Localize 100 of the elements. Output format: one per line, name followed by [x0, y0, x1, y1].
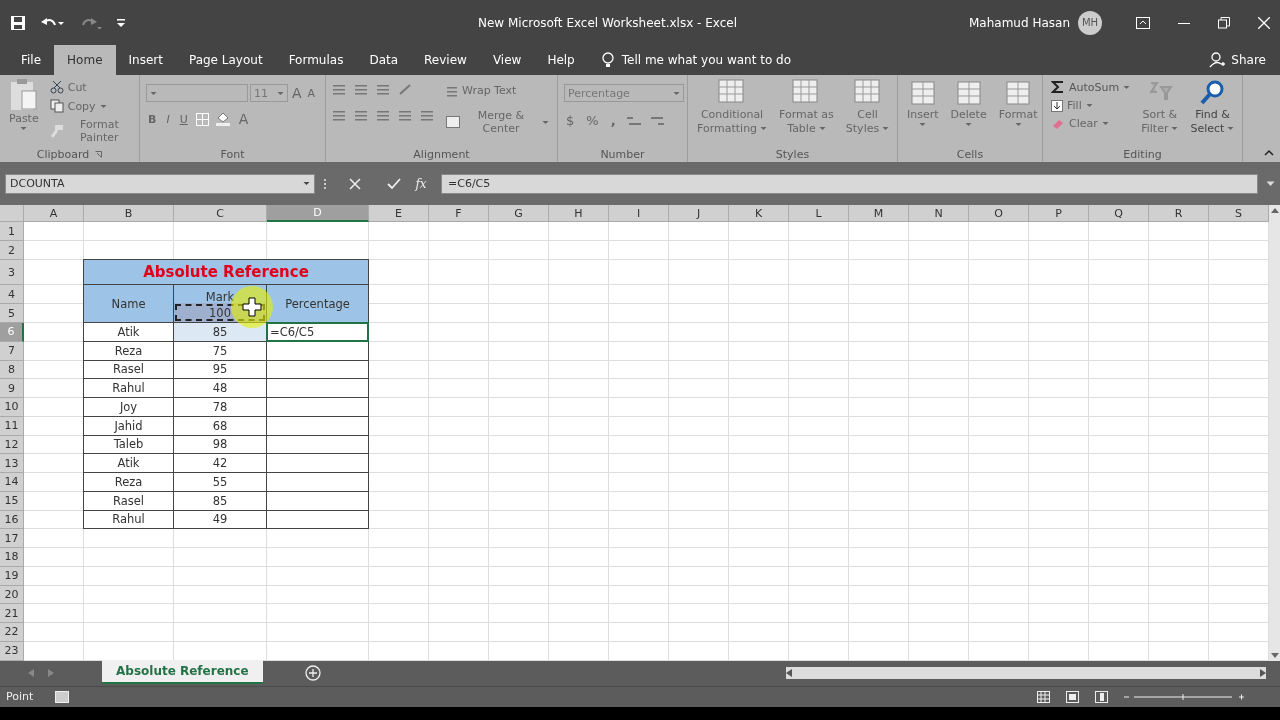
caret-icon[interactable] — [1014, 122, 1022, 127]
formula-field[interactable]: =C6/C5 — [441, 173, 1258, 194]
row-header[interactable]: 14 — [0, 473, 24, 492]
column-header[interactable]: N — [909, 205, 969, 222]
column-header[interactable]: P — [1029, 205, 1089, 222]
column-header[interactable]: I — [609, 205, 669, 222]
more-icon[interactable] — [323, 177, 327, 190]
caret-icon[interactable] — [277, 90, 284, 96]
next-sheet-icon[interactable] — [48, 669, 54, 677]
indent-icon[interactable] — [398, 109, 412, 121]
close-icon[interactable] — [1258, 16, 1270, 29]
row-header[interactable]: 10 — [0, 398, 24, 417]
row-header[interactable]: 4 — [0, 285, 24, 304]
outdent-icon[interactable] — [420, 109, 434, 121]
ribbon-tab[interactable]: Data — [356, 45, 412, 75]
ribbon-tab[interactable]: Formulas — [275, 45, 357, 75]
ribbon-tab[interactable]: File — [8, 45, 55, 75]
caret-icon[interactable] — [818, 126, 826, 131]
cells-icon[interactable] — [909, 79, 936, 107]
clipboard-icon[interactable] — [9, 79, 38, 111]
page-break-view-icon[interactable] — [1095, 690, 1108, 703]
caret-icon[interactable] — [542, 119, 549, 125]
merge-icon[interactable] — [446, 116, 460, 128]
horizontal-scrollbar[interactable] — [786, 667, 1266, 679]
enter-icon[interactable] — [387, 177, 401, 190]
collapse-ribbon-icon[interactable] — [1264, 149, 1274, 156]
fill-color-icon[interactable] — [214, 112, 231, 126]
normal-view-icon[interactable] — [1037, 690, 1050, 703]
share-button[interactable]: Share — [1231, 53, 1266, 67]
caret-icon[interactable] — [673, 90, 680, 96]
caret-icon[interactable] — [99, 103, 107, 109]
increase-decimal-icon[interactable] — [625, 114, 642, 127]
page-layout-view-icon[interactable] — [1066, 690, 1079, 703]
sigma-icon[interactable] — [1051, 80, 1065, 94]
column-header[interactable]: S — [1209, 205, 1269, 222]
row-header[interactable]: 3 — [0, 260, 24, 285]
sheet-tab[interactable]: Absolute Reference — [102, 660, 263, 684]
caret-icon[interactable] — [1171, 126, 1179, 131]
caret-icon[interactable] — [965, 122, 973, 127]
column-header[interactable]: O — [969, 205, 1029, 222]
caret-icon[interactable] — [919, 122, 927, 127]
row-header[interactable]: 13 — [0, 454, 24, 473]
row-header[interactable]: 17 — [0, 529, 24, 548]
wrap-icon[interactable] — [446, 84, 458, 97]
row-header[interactable]: 22 — [0, 623, 24, 642]
scroll-up-icon[interactable] — [1270, 207, 1279, 213]
scroll-left-icon[interactable] — [786, 669, 792, 677]
align-right-icon[interactable] — [376, 109, 390, 121]
column-header[interactable]: L — [789, 205, 849, 222]
restore-icon[interactable] — [1218, 16, 1230, 29]
column-header[interactable]: B — [84, 205, 174, 222]
ribbon-tab[interactable]: Home — [54, 45, 116, 75]
find-select-button[interactable]: Find & Select — [1187, 79, 1238, 146]
column-header[interactable]: G — [489, 205, 549, 222]
customize-icon[interactable] — [116, 16, 126, 29]
row-header[interactable]: 9 — [0, 379, 24, 398]
autosum-button[interactable]: AutoSum — [1049, 79, 1133, 95]
user-avatar[interactable]: MH — [1078, 10, 1102, 35]
align-bottom-icon[interactable] — [376, 83, 390, 95]
decrease-decimal-icon[interactable] — [649, 114, 666, 127]
borders-icon[interactable] — [195, 112, 209, 126]
ribbon-tab[interactable]: Review — [411, 45, 480, 75]
insert-function-button[interactable]: fx — [409, 176, 433, 191]
ribbon-display-icon[interactable] — [1136, 16, 1150, 29]
ribbon-tab[interactable]: Help — [534, 45, 588, 75]
row-header[interactable]: 5 — [0, 304, 24, 323]
copy-icon[interactable] — [49, 99, 64, 113]
column-header[interactable]: E — [369, 205, 429, 222]
prev-sheet-icon[interactable] — [28, 669, 34, 677]
align-center-icon[interactable] — [354, 109, 368, 121]
row-header[interactable]: 1 — [0, 222, 24, 241]
caret-icon[interactable] — [1123, 84, 1131, 90]
save-icon[interactable] — [10, 14, 26, 31]
row-header[interactable]: 18 — [0, 548, 24, 567]
align-left-icon[interactable] — [332, 109, 346, 121]
ribbon-tab[interactable]: View — [479, 45, 535, 75]
select-all-button[interactable] — [0, 205, 24, 222]
ribbon-tab[interactable]: Insert — [115, 45, 176, 75]
caret-icon[interactable] — [1101, 121, 1109, 126]
caret-icon[interactable] — [20, 126, 28, 131]
launcher-icon[interactable] — [95, 150, 103, 158]
zoom-slider-icon[interactable] — [1124, 691, 1244, 702]
eraser-icon[interactable] — [1051, 117, 1065, 130]
caret-icon[interactable] — [1227, 126, 1235, 131]
column-header[interactable]: H — [549, 205, 609, 222]
column-header[interactable]: M — [849, 205, 909, 222]
row-header[interactable]: 21 — [0, 604, 24, 623]
column-header[interactable]: K — [729, 205, 789, 222]
font-name-field[interactable] — [146, 84, 248, 102]
column-header[interactable]: Q — [1089, 205, 1149, 222]
column-header[interactable]: F — [429, 205, 489, 222]
column-header[interactable]: C — [174, 205, 267, 222]
caret-icon[interactable] — [150, 90, 157, 96]
add-sheet-icon[interactable] — [304, 665, 321, 681]
scroll-right-icon[interactable] — [1260, 669, 1266, 677]
cancel-icon[interactable] — [349, 177, 361, 190]
scissors-icon[interactable] — [49, 80, 64, 94]
row-header[interactable]: 2 — [0, 241, 24, 260]
table-cell[interactable]: =C6/C5 — [266, 322, 369, 342]
caret-icon[interactable] — [760, 126, 768, 131]
